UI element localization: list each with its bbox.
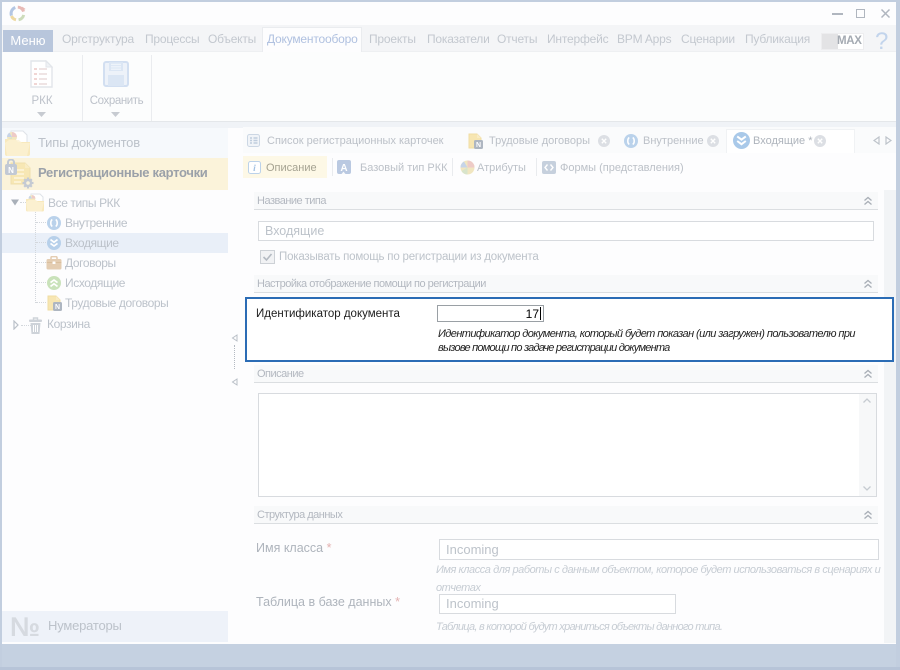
svg-text:i: i	[253, 164, 256, 174]
svg-text:N: N	[476, 142, 481, 149]
svg-text:N: N	[8, 166, 14, 175]
svg-text:N: N	[55, 304, 60, 311]
